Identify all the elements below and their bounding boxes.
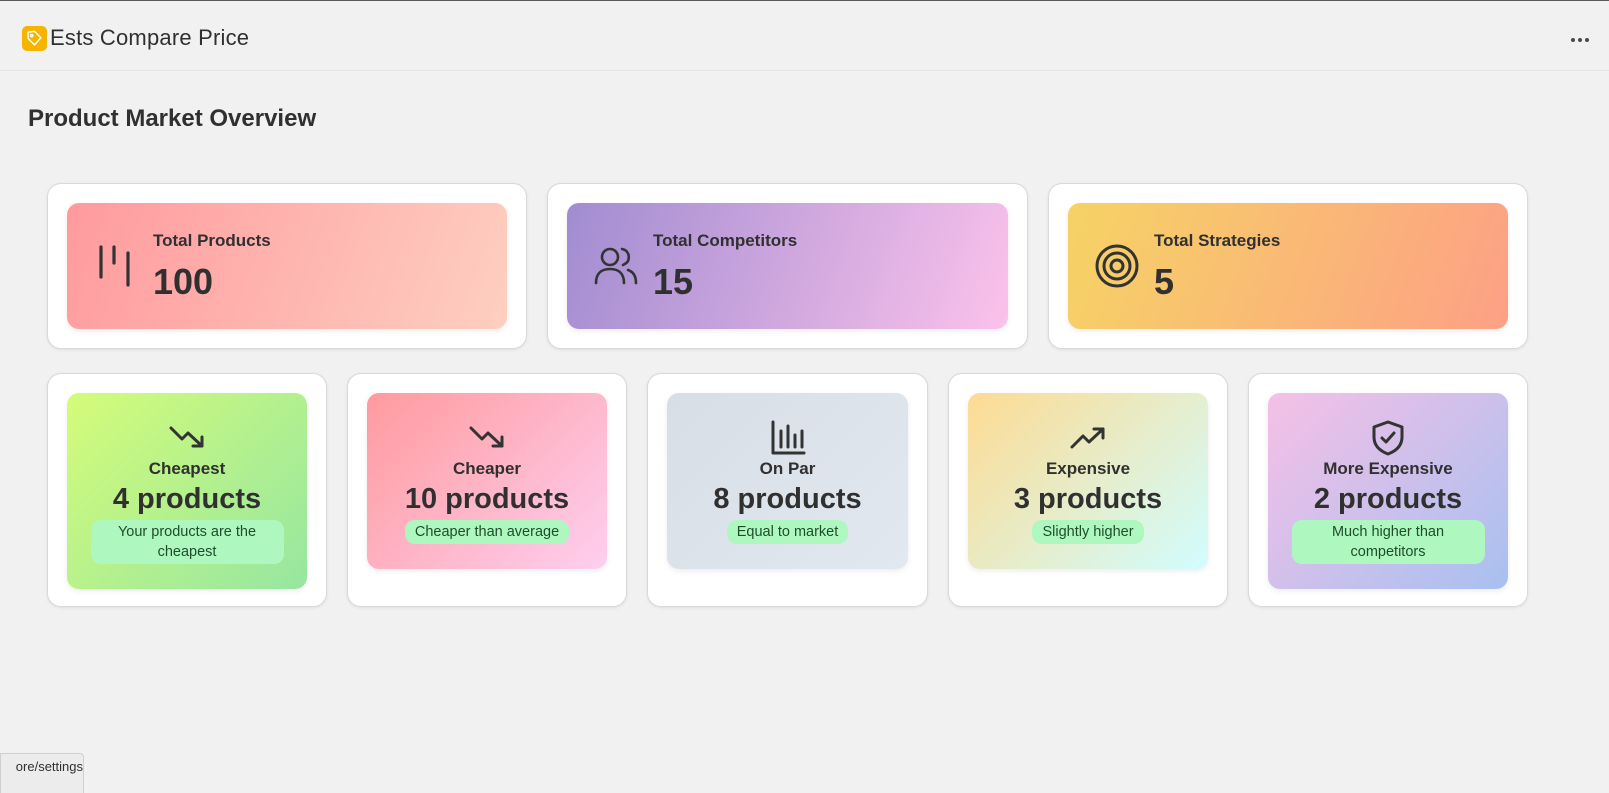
stat-card-total-strategies: Total Strategies 5 — [1048, 183, 1528, 349]
stat-panel: Total Strategies 5 — [1068, 203, 1508, 329]
stat-value: 100 — [153, 261, 214, 302]
status-url-hint: ore/settings — [0, 753, 84, 793]
stat-label: Total Products — [153, 231, 271, 250]
tier-card-more-expensive: More Expensive 2 products Much higher th… — [1248, 373, 1528, 607]
tier-count: 8 products — [713, 483, 862, 515]
tier-label: Expensive — [1045, 459, 1131, 478]
trending-up-icon — [1070, 427, 1105, 449]
tier-count: 3 products — [1013, 483, 1163, 515]
tier-label: Cheapest — [148, 459, 226, 478]
tier-label: Cheaper — [452, 459, 522, 478]
tier-label: More Expensive — [1323, 459, 1453, 478]
tier-badge: Slightly higher — [1032, 520, 1144, 544]
tier-card-on-par: On Par 8 products Equal to market — [647, 373, 928, 607]
target-icon — [1095, 244, 1139, 288]
tier-card-cheaper: Cheaper 10 products Cheaper than average — [347, 373, 627, 607]
tier-panel: Expensive 3 products Slightly higher — [968, 393, 1208, 569]
stat-label: Total Strategies — [1154, 231, 1281, 250]
tier-badge: Much higher than competitors — [1291, 520, 1485, 564]
tier-card-cheapest: Cheapest 4 products Your products are th… — [47, 373, 327, 607]
stat-card-total-products: Total Products 100 — [47, 183, 527, 349]
tier-label: On Par — [759, 459, 816, 478]
app-title: Ests Compare Price — [50, 25, 250, 50]
tier-panel: Cheapest 4 products Your products are th… — [67, 393, 307, 589]
tier-badge: Your products are the cheapest — [90, 520, 284, 564]
app-title-bar: Ests Compare Price — [0, 1, 1609, 71]
tier-panel: On Par 8 products Equal to market — [667, 393, 908, 569]
shield-check-icon — [1372, 420, 1404, 456]
trending-down-icon — [469, 426, 504, 448]
tier-badge: Equal to market — [726, 520, 849, 544]
tier-card-expensive: Expensive 3 products Slightly higher — [948, 373, 1228, 607]
tier-count: 2 products — [1313, 483, 1463, 515]
page-title: Product Market Overview — [28, 105, 317, 132]
tier-badge: Cheaper than average — [404, 520, 570, 544]
stat-panel: Total Competitors 15 — [567, 203, 1008, 329]
tier-count: 4 products — [112, 483, 262, 515]
more-actions-button[interactable] — [1564, 27, 1596, 53]
stat-value: 5 — [1154, 261, 1175, 302]
tier-count: 10 products — [404, 483, 570, 515]
bar-chart-icon — [771, 420, 805, 455]
tier-panel: Cheaper 10 products Cheaper than average — [367, 393, 607, 569]
tag-icon — [22, 26, 47, 51]
barcode-icon — [99, 245, 130, 287]
more-horizontal-icon — [1571, 38, 1589, 42]
stat-label: Total Competitors — [653, 231, 798, 250]
stat-value: 15 — [653, 261, 694, 302]
tier-panel: More Expensive 2 products Much higher th… — [1268, 393, 1508, 589]
stat-panel: Total Products 100 — [67, 203, 507, 329]
users-icon — [594, 247, 638, 285]
trending-down-icon — [169, 426, 204, 448]
status-url-text: ore/settings — [15, 759, 83, 774]
stat-card-total-competitors: Total Competitors 15 — [547, 183, 1028, 349]
